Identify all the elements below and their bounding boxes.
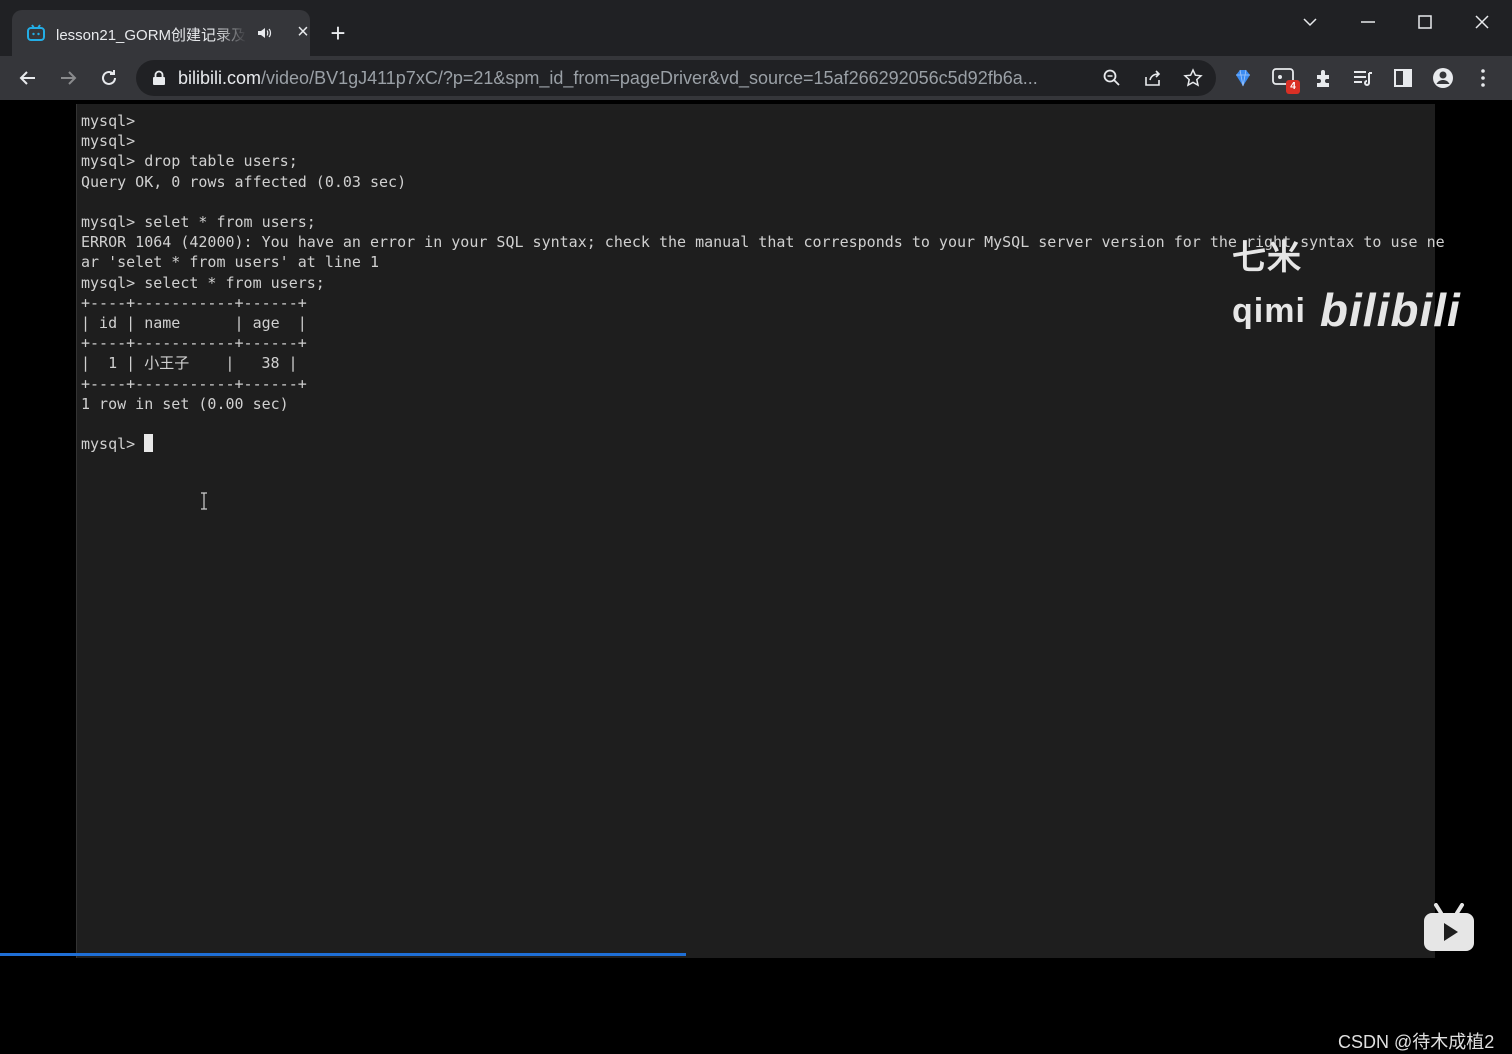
terminal-line: +----+-----------+------+ — [81, 334, 307, 353]
page-load-progress — [0, 953, 686, 956]
speaker-icon[interactable] — [256, 25, 272, 41]
browser-toolbar: bilibili.com/video/BV1gJ411p7xC/?p=21&sp… — [0, 56, 1512, 100]
terminal-line: | 1 | 小王子 | 38 | — [81, 354, 298, 373]
terminal-line: +----+-----------+------+ — [81, 374, 307, 393]
maximize-icon[interactable] — [1413, 10, 1437, 34]
minimize-icon[interactable] — [1356, 10, 1380, 34]
bilibili-logo: bilibili — [1319, 284, 1461, 336]
media-queue-icon[interactable] — [1352, 67, 1374, 89]
new-tab-button[interactable]: + — [327, 20, 349, 46]
uploader-watermark: 七米qimi bilibili — [1232, 230, 1512, 336]
lock-icon[interactable] — [152, 70, 166, 86]
bilibili-tv-play-icon — [1424, 903, 1474, 951]
reload-icon[interactable] — [97, 66, 121, 90]
forward-arrow-icon[interactable] — [56, 66, 80, 90]
extension-badge: 4 — [1286, 80, 1300, 94]
video-player[interactable]: mysql> mysql> mysql> drop table users; Q… — [0, 100, 1512, 1052]
gem-extension-icon[interactable] — [1232, 67, 1254, 89]
terminal-line: mysql> select * from users; — [81, 273, 325, 292]
profile-avatar-icon[interactable] — [1432, 67, 1454, 89]
url-host: bilibili.com — [178, 68, 262, 88]
side-panel-icon[interactable] — [1392, 67, 1414, 89]
mouse-ibeam-cursor-icon — [201, 492, 207, 510]
tab-strip: lesson21_GORM创建记录及 × + — [0, 0, 1512, 56]
csdn-credit: CSDN @待木成植2 — [1338, 1032, 1495, 1052]
zoom-icon[interactable] — [1102, 68, 1122, 88]
terminal-line: mysql> selet * from users; — [81, 213, 316, 232]
url-text[interactable]: bilibili.com/video/BV1gJ411p7xC/?p=21&sp… — [178, 68, 1088, 89]
more-menu-icon[interactable] — [1472, 67, 1494, 89]
terminal-line: +----+-----------+------+ — [81, 293, 307, 312]
address-bar[interactable]: bilibili.com/video/BV1gJ411p7xC/?p=21&sp… — [136, 60, 1216, 96]
tab-search-icon[interactable] — [1298, 10, 1322, 34]
close-window-icon[interactable] — [1470, 10, 1494, 34]
terminal-line: mysql> — [81, 112, 136, 130]
puzzle-extensions-icon[interactable] — [1313, 67, 1335, 89]
active-tab[interactable]: lesson21_GORM创建记录及 × — [12, 10, 310, 56]
close-tab-icon[interactable]: × — [294, 22, 312, 42]
text-cursor — [144, 434, 154, 453]
watermark-text: 七米qimi — [1232, 239, 1306, 330]
bookmark-star-icon[interactable] — [1183, 68, 1203, 88]
terminal-line: ar 'selet * from users' at line 1 — [81, 253, 380, 272]
terminal-line: mysql> drop table users; — [81, 152, 298, 171]
url-path: /video/BV1gJ411p7xC/?p=21&spm_id_from=pa… — [261, 68, 1038, 88]
tab-title: lesson21_GORM创建记录及 — [56, 24, 246, 45]
terminal-line: | id | name | age | — [81, 314, 307, 333]
bilibili-favicon-icon — [27, 24, 45, 41]
share-icon[interactable] — [1143, 68, 1163, 88]
terminal-prompt: mysql> — [81, 435, 145, 454]
back-arrow-icon[interactable] — [16, 66, 40, 90]
terminal-line: 1 row in set (0.00 sec) — [81, 394, 289, 413]
terminal-line: mysql> — [81, 132, 136, 151]
terminal-line: Query OK, 0 rows affected (0.03 sec) — [81, 172, 407, 191]
